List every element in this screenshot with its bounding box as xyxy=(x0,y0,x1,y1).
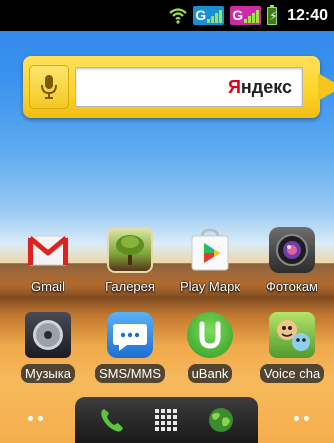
app-sms-mms[interactable]: SMS/MMS xyxy=(88,312,172,392)
signal-bars-icon xyxy=(207,10,223,25)
camera-icon xyxy=(269,227,315,273)
app-label: Gmail xyxy=(31,279,65,294)
app-drawer-button[interactable] xyxy=(148,402,184,438)
sms-icon xyxy=(107,312,153,358)
gmail-icon xyxy=(25,227,71,273)
dock xyxy=(75,397,258,443)
microphone-button[interactable] xyxy=(29,65,69,109)
app-label: Музыка xyxy=(21,364,75,383)
app-play-market[interactable]: Play Марк xyxy=(168,227,252,307)
app-ubank[interactable]: uBank xyxy=(168,312,252,392)
app-label: Фотокам xyxy=(265,279,318,294)
app-label: Voice cha xyxy=(259,364,325,383)
yandex-logo: Яндекс xyxy=(227,76,292,97)
app-camera[interactable]: Фотокам xyxy=(250,227,334,307)
apps-grid-icon xyxy=(155,409,178,431)
search-input[interactable]: Яндекс xyxy=(75,67,303,107)
microphone-icon xyxy=(41,75,57,99)
network-2-label: G xyxy=(232,7,244,23)
wifi-icon xyxy=(169,7,188,24)
phone-icon xyxy=(101,409,124,432)
app-music[interactable]: Музыка xyxy=(6,312,90,392)
gallery-icon xyxy=(107,227,153,273)
yandex-search-widget[interactable]: Яндекс xyxy=(23,56,334,118)
play-market-icon xyxy=(187,227,233,273)
app-label: Галерея xyxy=(105,279,155,294)
signal-bars-icon xyxy=(244,10,260,25)
page-indicator-left[interactable]: •• xyxy=(26,412,46,428)
app-gallery[interactable]: Галерея xyxy=(88,227,172,307)
phone-button[interactable] xyxy=(94,402,130,438)
app-label: SMS/MMS xyxy=(94,364,166,383)
app-voice-changer[interactable]: Voice cha xyxy=(250,312,334,392)
app-label: Play Марк xyxy=(179,279,241,294)
network-1-label: G xyxy=(195,7,207,23)
battery-icon: ⚡ xyxy=(267,4,278,25)
status-bar: G G ⚡ 12:40 xyxy=(0,0,334,31)
voice-changer-icon xyxy=(269,312,315,358)
clock: 12:40 xyxy=(287,6,328,24)
browser-button[interactable] xyxy=(203,402,239,438)
music-icon xyxy=(25,312,71,358)
network-2-indicator: G xyxy=(230,6,262,25)
app-gmail[interactable]: Gmail xyxy=(6,227,90,307)
page-indicator-right[interactable]: •• xyxy=(292,412,312,428)
network-1-indicator: G xyxy=(193,6,225,25)
app-label: uBank xyxy=(187,364,233,383)
browser-globe-icon xyxy=(208,408,233,432)
ubank-icon xyxy=(187,312,233,358)
